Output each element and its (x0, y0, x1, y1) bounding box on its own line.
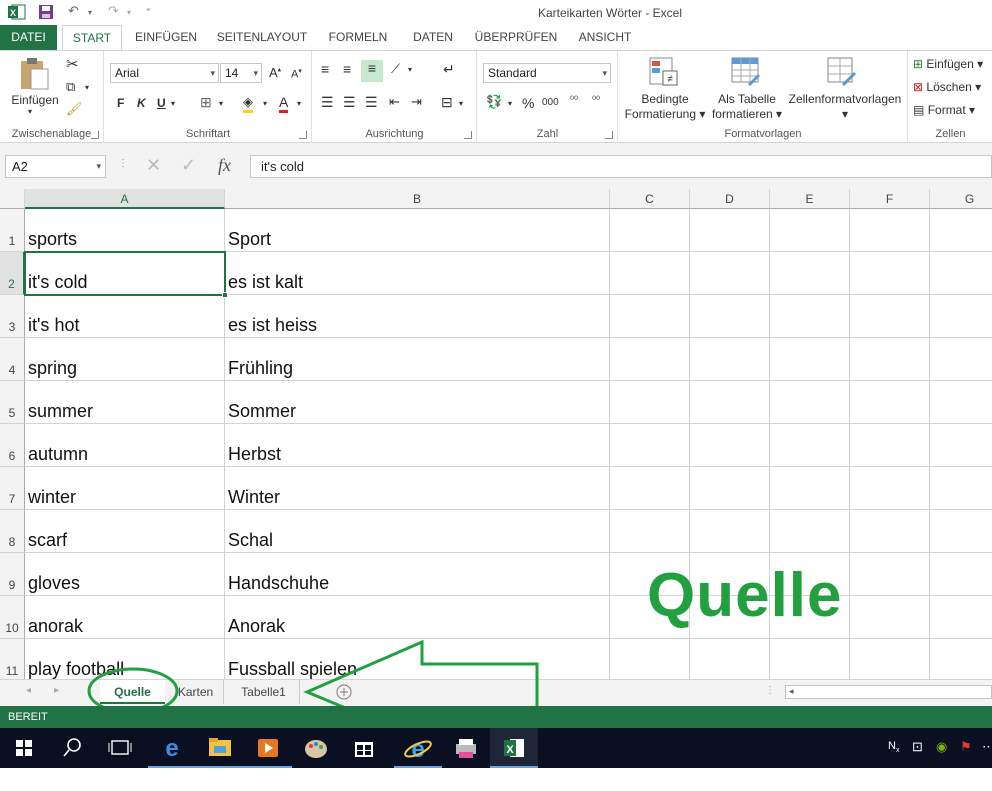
search-icon[interactable] (48, 728, 96, 768)
tray-more-icon[interactable]: ⋯ (982, 739, 992, 755)
tray-network-icon[interactable]: ⊡ (912, 739, 923, 755)
windows-start-icon[interactable] (0, 728, 48, 768)
status-bar: BEREIT (0, 706, 992, 728)
tray-nvidia-icon[interactable]: ◉ (936, 739, 947, 755)
status-text: BEREIT (8, 711, 48, 723)
annotation-overlay (87, 639, 539, 743)
bottom-margin (0, 768, 992, 791)
media-player-icon[interactable] (244, 728, 292, 768)
edge-browser-icon[interactable]: e (148, 728, 196, 768)
svg-text:X: X (506, 744, 514, 756)
paint-app-icon[interactable] (292, 728, 340, 768)
svg-text:e: e (165, 735, 178, 762)
tray-nx-icon[interactable]: Nx (888, 740, 899, 754)
tray-flag-icon[interactable]: ⚑ (960, 739, 972, 755)
excel-taskbar-icon[interactable]: X (490, 728, 538, 768)
store-icon[interactable] (340, 728, 388, 768)
svg-text:e: e (411, 736, 424, 763)
file-explorer-icon[interactable] (196, 728, 244, 768)
internet-explorer-icon[interactable]: e (394, 728, 442, 768)
task-view-icon[interactable] (96, 728, 144, 768)
windows-taskbar: e e X Nx ⊡ ◉ ⚑ ⋯ (0, 728, 992, 768)
printer-app-icon[interactable] (442, 728, 490, 768)
